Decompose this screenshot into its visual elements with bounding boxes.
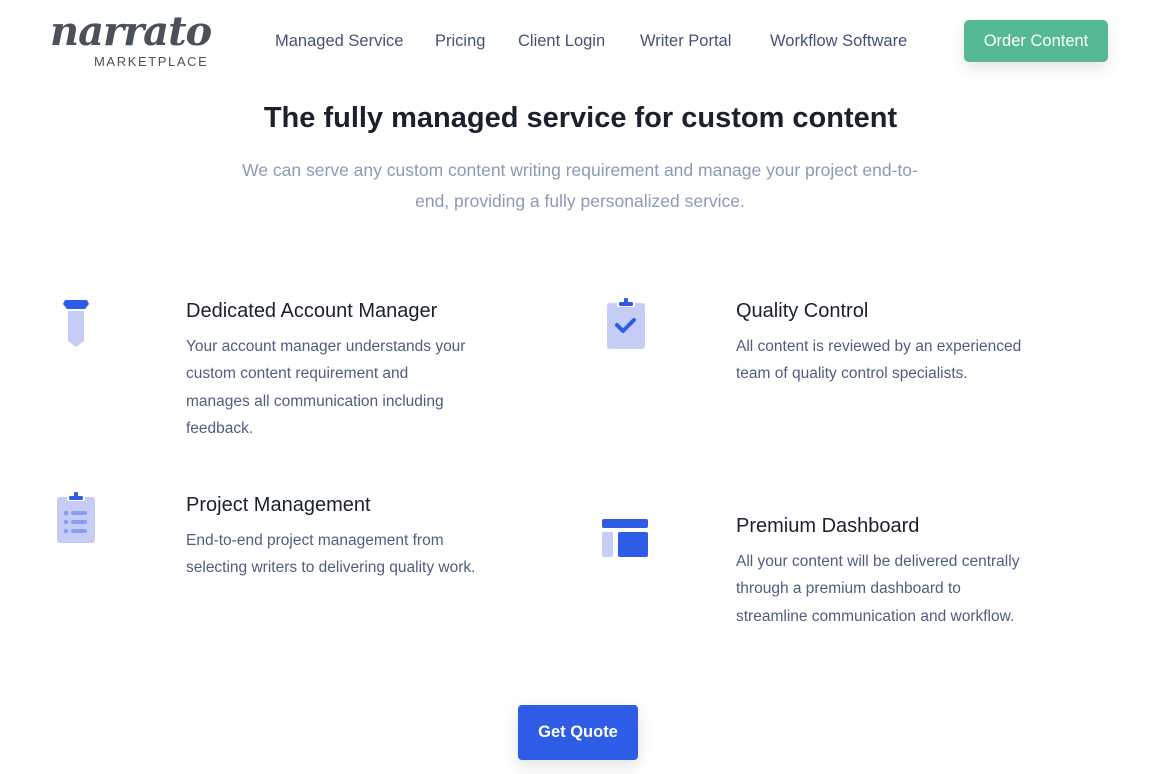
nav-link-managed-service[interactable]: Managed Service <box>275 31 403 51</box>
tie-icon <box>63 300 89 347</box>
narrato-logo[interactable]: narrato MARKETPLACE <box>50 8 212 72</box>
logo-wordmark: narrato <box>50 8 212 55</box>
dashboard-layout-icon <box>602 519 648 557</box>
nav-link-workflow-software[interactable]: Workflow Software <box>770 31 907 51</box>
nav-link-client-login[interactable]: Client Login <box>518 31 605 51</box>
feature-description: End-to-end project management from selec… <box>186 532 476 577</box>
get-quote-button[interactable]: Get Quote <box>518 705 638 760</box>
clipboard-list-icon <box>57 492 95 543</box>
clipboard-check-icon <box>607 298 645 349</box>
feature-description: All content is reviewed by an experience… <box>736 338 1022 383</box>
feature-title: Premium Dashboard <box>736 515 920 537</box>
site-header: narrato MARKETPLACE Managed Service Pric… <box>0 0 1161 84</box>
page-subtitle: We can serve any custom content writing … <box>242 160 918 211</box>
nav-link-writer-portal[interactable]: Writer Portal <box>640 31 731 51</box>
feature-description: Your account manager understands your cu… <box>186 338 466 437</box>
feature-description: All your content will be delivered centr… <box>736 553 1020 625</box>
page-title: The fully managed service for custom con… <box>263 102 898 134</box>
nav-link-pricing[interactable]: Pricing <box>435 31 485 51</box>
feature-title: Quality Control <box>736 300 869 322</box>
logo-subtitle: MARKETPLACE <box>94 54 209 69</box>
feature-title: Project Management <box>186 494 371 516</box>
order-content-button[interactable]: Order Content <box>964 20 1108 62</box>
feature-title: Dedicated Account Manager <box>186 300 438 322</box>
